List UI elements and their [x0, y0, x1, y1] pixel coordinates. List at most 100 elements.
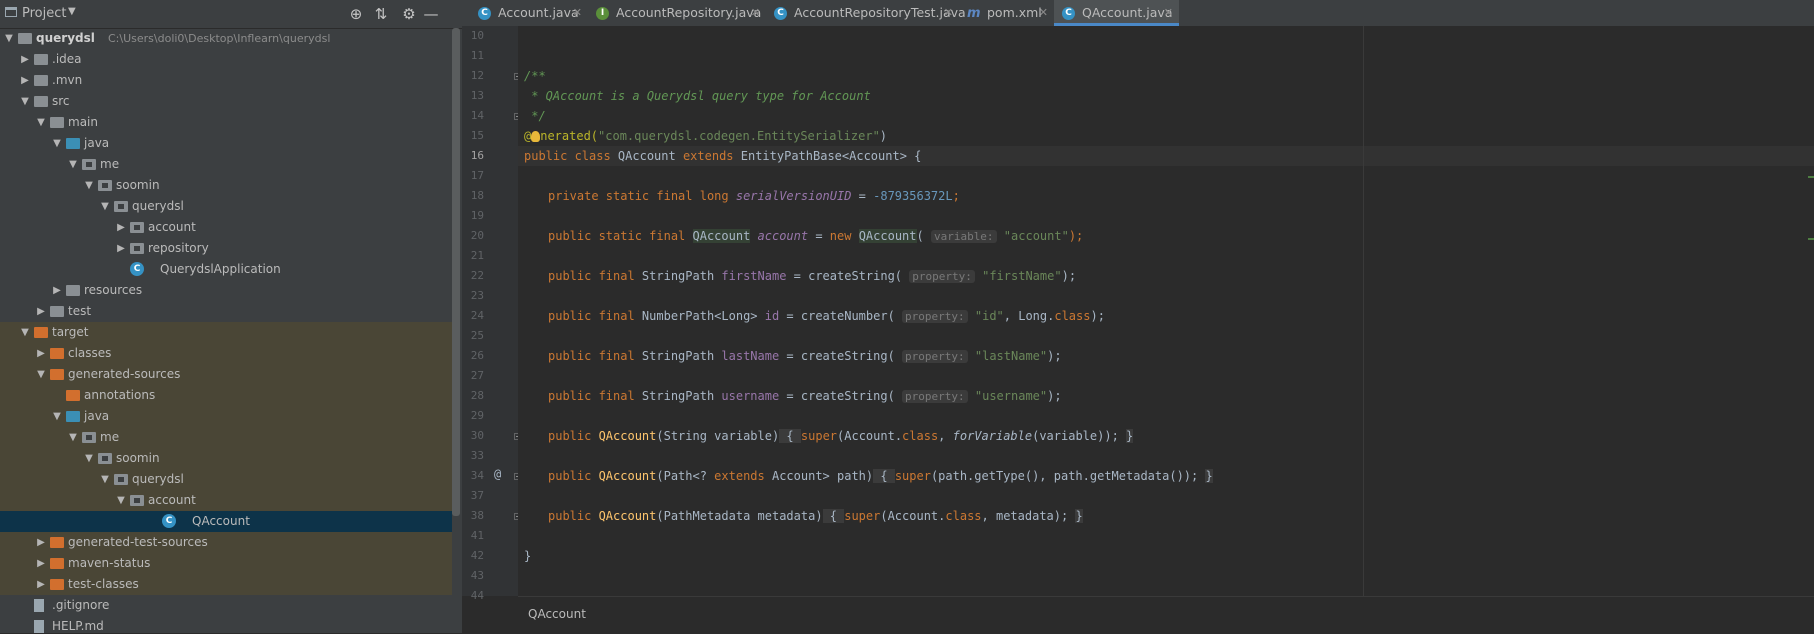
- chevron-right-icon[interactable]: ▶: [36, 574, 46, 595]
- chevron-right-icon[interactable]: ▶: [116, 217, 126, 238]
- lightbulb-icon[interactable]: [531, 131, 541, 142]
- tab-accountrepositorytest-java[interactable]: C AccountRepositoryTest.java ✕: [766, 0, 966, 26]
- line-number[interactable]: 29: [462, 409, 484, 422]
- line-number[interactable]: 27: [462, 369, 484, 382]
- chevron-down-icon[interactable]: ▼: [20, 322, 30, 343]
- line-number[interactable]: 37: [462, 489, 484, 502]
- folded-open-brace[interactable]: {: [873, 469, 895, 483]
- close-icon[interactable]: ✕: [944, 0, 953, 26]
- tree-item-generated-sources[interactable]: ▼ generated-sources: [0, 364, 452, 385]
- line-number[interactable]: 26: [462, 349, 484, 362]
- breadcrumb-item[interactable]: QAccount: [528, 607, 586, 621]
- project-scrollbar[interactable]: [452, 28, 460, 516]
- tree-item-account[interactable]: ▶ account: [0, 217, 452, 238]
- chevron-right-icon[interactable]: ▶: [116, 238, 126, 259]
- tree-item-me[interactable]: ▼ me: [0, 154, 452, 175]
- tree-item-main[interactable]: ▼ main: [0, 112, 452, 133]
- chevron-right-icon[interactable]: ▶: [36, 553, 46, 574]
- project-title[interactable]: Project: [22, 6, 66, 21]
- line-number[interactable]: 25: [462, 329, 484, 342]
- chevron-right-icon[interactable]: ▶: [36, 532, 46, 553]
- tree-item-help-md[interactable]: HELP.md: [0, 616, 452, 633]
- code-editor[interactable]: /** * QAccount is a Querydsl query type …: [518, 26, 1814, 596]
- chevron-down-icon[interactable]: ▼: [36, 112, 46, 133]
- change-marker[interactable]: [1808, 176, 1814, 178]
- chevron-right-icon[interactable]: ▶: [36, 301, 46, 322]
- line-number[interactable]: 21: [462, 249, 484, 262]
- line-number[interactable]: 16: [462, 149, 484, 162]
- tree-item-src[interactable]: ▼ src: [0, 91, 452, 112]
- line-number[interactable]: 15: [462, 129, 484, 142]
- chevron-right-icon[interactable]: ▶: [36, 343, 46, 364]
- tree-item-querydslapplication[interactable]: C QuerydslApplication: [0, 259, 452, 280]
- chevron-down-icon[interactable]: ▼: [116, 490, 126, 511]
- tree-item-soomin[interactable]: ▼ soomin: [0, 448, 452, 469]
- line-number[interactable]: 42: [462, 549, 484, 562]
- tree-item-repository[interactable]: ▶ repository: [0, 238, 452, 259]
- tree-item-resources[interactable]: ▶ resources: [0, 280, 452, 301]
- folded-close-brace[interactable]: }: [1205, 469, 1213, 483]
- chevron-down-icon[interactable]: ▼: [84, 175, 94, 196]
- change-marker[interactable]: [1808, 238, 1814, 240]
- chevron-right-icon[interactable]: ▶: [52, 280, 62, 301]
- tree-item-test-classes[interactable]: ▶ test-classes: [0, 574, 452, 595]
- close-icon[interactable]: ✕: [573, 0, 582, 26]
- line-number[interactable]: 28: [462, 389, 484, 402]
- tree-item-mvn[interactable]: ▶ .mvn: [0, 70, 452, 91]
- tree-item-querydsl[interactable]: ▼ querydsl: [0, 469, 452, 490]
- tab-pom-xml[interactable]: m pom.xml ✕: [959, 0, 1054, 26]
- chevron-down-icon[interactable]: ▼: [100, 469, 110, 490]
- tree-item-querydsl[interactable]: ▼ querydsl C:\Users\doli0\Desktop\Inflearn…: [0, 28, 452, 49]
- line-number[interactable]: 10: [462, 29, 484, 42]
- tab-account-java[interactable]: C Account.java ✕: [470, 0, 588, 26]
- tab-qaccount-java[interactable]: C QAccount.java ✕: [1054, 0, 1179, 26]
- tree-item-test[interactable]: ▶ test: [0, 301, 452, 322]
- line-number[interactable]: 34: [462, 469, 484, 482]
- chevron-down-icon[interactable]: ▼: [100, 196, 110, 217]
- close-icon[interactable]: ✕: [1164, 0, 1173, 26]
- collapse-all-icon[interactable]: ⇅: [371, 4, 391, 24]
- tree-item-me[interactable]: ▼ me: [0, 427, 452, 448]
- locate-target-icon[interactable]: ⊕: [346, 4, 366, 24]
- folded-close-brace[interactable]: }: [1075, 509, 1083, 523]
- line-number[interactable]: 20: [462, 229, 484, 242]
- chevron-down-icon[interactable]: ▼: [4, 28, 14, 49]
- chevron-right-icon[interactable]: ▶: [20, 70, 30, 91]
- annotation-gutter-icon[interactable]: @: [494, 467, 501, 481]
- line-number[interactable]: 41: [462, 529, 484, 542]
- chevron-down-icon[interactable]: ▼: [52, 406, 62, 427]
- line-number[interactable]: 14: [462, 109, 484, 122]
- tree-item-java[interactable]: ▼ java: [0, 406, 452, 427]
- line-number[interactable]: 30: [462, 429, 484, 442]
- line-number[interactable]: 19: [462, 209, 484, 222]
- tree-item-querydsl[interactable]: ▼ querydsl: [0, 196, 452, 217]
- line-number[interactable]: 44: [462, 589, 484, 602]
- tree-item-annotations[interactable]: annotations: [0, 385, 452, 406]
- chevron-down-icon[interactable]: ▼: [20, 91, 30, 112]
- tree-item-account[interactable]: ▼ account: [0, 490, 452, 511]
- close-icon[interactable]: ✕: [751, 0, 760, 26]
- line-number[interactable]: 43: [462, 569, 484, 582]
- folded-close-brace[interactable]: }: [1126, 429, 1134, 443]
- hide-panel-icon[interactable]: —: [421, 4, 441, 24]
- line-number[interactable]: 13: [462, 89, 484, 102]
- line-number[interactable]: 24: [462, 309, 484, 322]
- line-number[interactable]: 23: [462, 289, 484, 302]
- tree-item-generated-test-sources[interactable]: ▶ generated-test-sources: [0, 532, 452, 553]
- line-number[interactable]: 17: [462, 169, 484, 182]
- tree-item-soomin[interactable]: ▼ soomin: [0, 175, 452, 196]
- folded-open-brace[interactable]: {: [779, 429, 801, 443]
- chevron-down-icon[interactable]: ▼: [68, 6, 76, 17]
- chevron-down-icon[interactable]: ▼: [68, 427, 78, 448]
- gear-icon[interactable]: ⚙: [399, 4, 419, 24]
- line-number[interactable]: 11: [462, 49, 484, 62]
- tree-item-gitignore[interactable]: .gitignore: [0, 595, 452, 616]
- tree-item-java[interactable]: ▼ java: [0, 133, 452, 154]
- tab-accountrepository-java[interactable]: I AccountRepository.java ✕: [588, 0, 766, 26]
- tree-item-maven-status[interactable]: ▶ maven-status: [0, 553, 452, 574]
- tree-item-idea[interactable]: ▶ .idea: [0, 49, 452, 70]
- close-icon[interactable]: ✕: [1039, 0, 1048, 26]
- line-number[interactable]: 33: [462, 449, 484, 462]
- tree-item-qaccount[interactable]: C QAccount: [0, 511, 452, 532]
- folded-open-brace[interactable]: {: [822, 509, 845, 523]
